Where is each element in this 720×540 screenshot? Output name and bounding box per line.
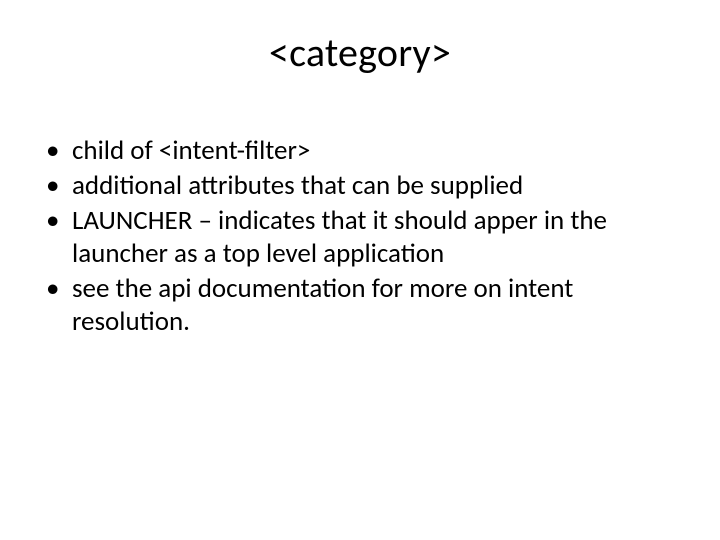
list-item: child of <intent-filter>: [42, 135, 678, 168]
list-item: see the api documentation for more on in…: [42, 273, 678, 339]
slide: <category> child of <intent-filter> addi…: [0, 0, 720, 540]
slide-title: <category>: [36, 28, 684, 77]
bullet-list: child of <intent-filter> additional attr…: [42, 135, 678, 339]
list-item: LAUNCHER – indicates that it should appe…: [42, 205, 678, 271]
list-item: additional attributes that can be suppli…: [42, 170, 678, 203]
slide-body: child of <intent-filter> additional attr…: [36, 135, 684, 339]
